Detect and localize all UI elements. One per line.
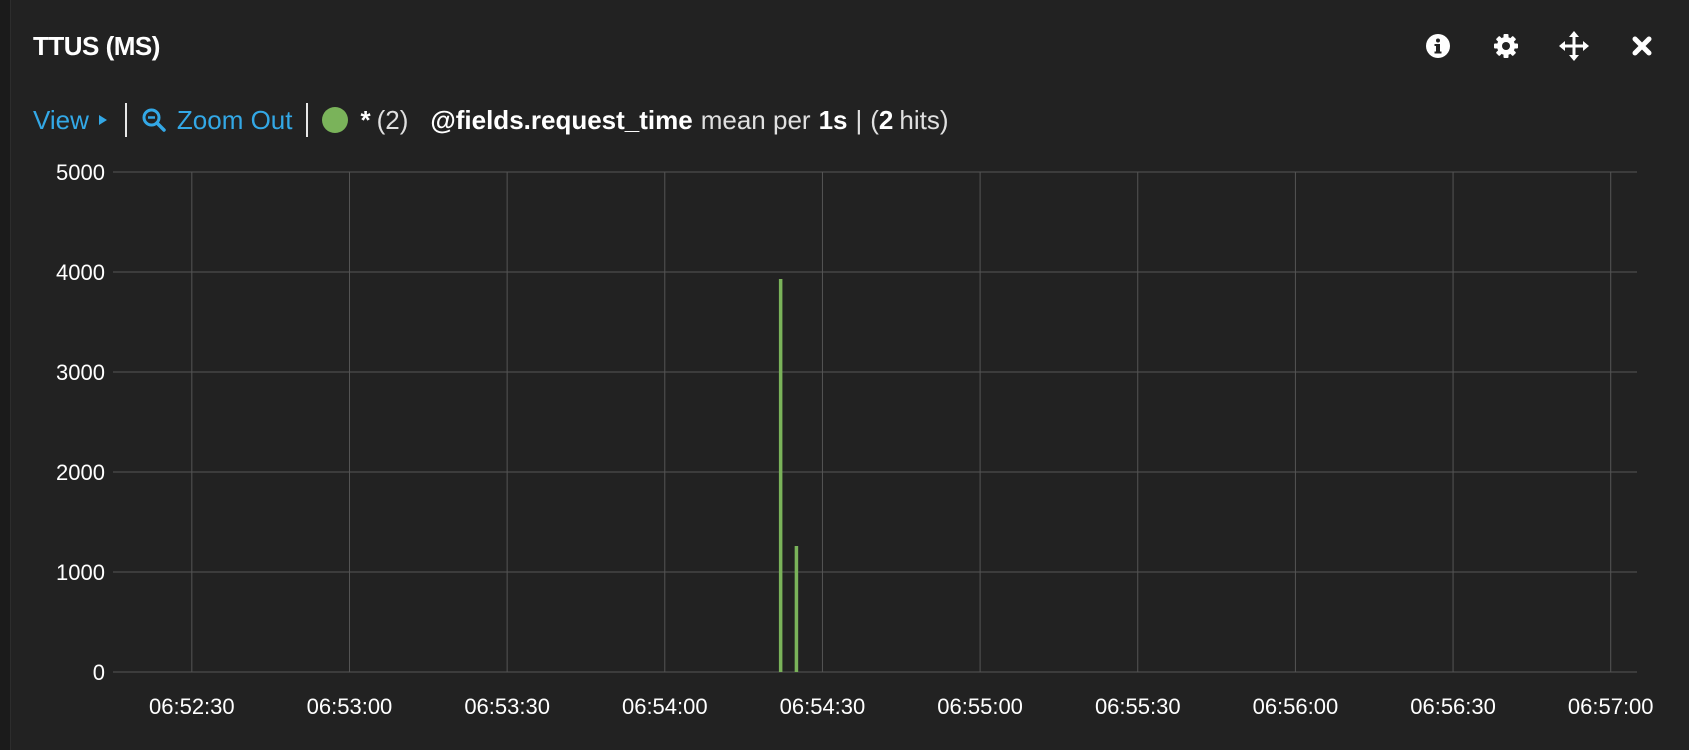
panel-title: TTUS (MS) — [33, 30, 160, 61]
y-tick-label: 0 — [93, 660, 105, 685]
move-button[interactable] — [1540, 28, 1608, 64]
x-tick-label: 06:54:00 — [622, 694, 708, 719]
move-icon — [1559, 31, 1589, 61]
x-tick-label: 06:55:30 — [1095, 694, 1181, 719]
legend-color-swatch[interactable] — [322, 107, 349, 133]
x-tick-label: 06:52:30 — [149, 694, 235, 719]
close-button[interactable] — [1608, 28, 1676, 64]
histogram-chart[interactable]: 0 1000 2000 3000 4000 5000 06:52:30 06:53:00 06:… — [11, 150, 1689, 750]
hits-open: ( — [870, 104, 879, 135]
pipe-separator: | — [855, 104, 863, 135]
x-tick-label: 06:53:30 — [464, 694, 550, 719]
hits-label: hits) — [899, 104, 949, 135]
hits-count: 2 — [878, 104, 894, 135]
chart-toolbar: View Zoom Out * (2) @fields.request_time… — [33, 100, 949, 140]
zoom-out-icon — [142, 108, 166, 132]
panel-controls — [1404, 28, 1676, 64]
view-menu-link[interactable]: View — [33, 105, 111, 136]
legend-count: (2) — [376, 104, 409, 135]
x-tick-label: 06:53:00 — [307, 694, 393, 719]
y-tick-label: 2000 — [56, 460, 105, 485]
gear-icon — [1494, 34, 1518, 58]
data-bar — [778, 279, 783, 672]
info-icon — [1426, 34, 1450, 58]
x-tick-label: 06:56:30 — [1410, 694, 1496, 719]
separator — [124, 103, 127, 137]
y-tick-label: 4000 — [56, 260, 105, 285]
x-tick-label: 06:54:30 — [780, 694, 866, 719]
panel: TTUS (MS) View Zoom Out * (2) @fields.re… — [10, 0, 1689, 750]
caret-right-icon — [98, 115, 107, 125]
y-tick-label: 1000 — [56, 560, 105, 585]
y-tick-label: 3000 — [56, 360, 105, 385]
x-tick-label: 06:55:00 — [937, 694, 1023, 719]
mean-per-label: mean per — [700, 104, 811, 135]
panel-header: TTUS (MS) — [33, 28, 160, 64]
data-bar — [794, 546, 799, 672]
settings-button[interactable] — [1472, 28, 1540, 64]
info-button[interactable] — [1404, 28, 1472, 64]
x-tick-label: 06:56:00 — [1253, 694, 1339, 719]
close-icon — [1632, 36, 1652, 56]
field-name: @fields.request_time — [430, 104, 693, 135]
interval-value: 1s — [818, 104, 848, 135]
y-tick-label: 5000 — [56, 160, 105, 185]
view-label: View — [33, 104, 89, 135]
separator — [306, 103, 309, 137]
x-tick-label: 06:57:00 — [1568, 694, 1654, 719]
legend-marker: * — [360, 104, 371, 135]
zoom-out-label: Zoom Out — [176, 104, 293, 135]
zoom-out-link[interactable]: Zoom Out — [141, 104, 293, 136]
